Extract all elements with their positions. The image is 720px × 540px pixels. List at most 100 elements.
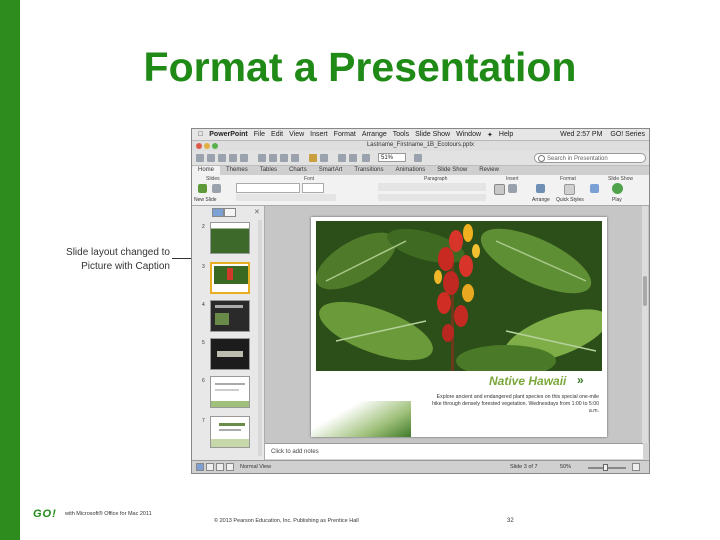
- thumb-number: 3: [202, 264, 205, 270]
- slide-thumbnail-selected[interactable]: [210, 262, 250, 294]
- footer-book-title: with Microsoft® Office for Mac 2011: [65, 511, 152, 517]
- templates-icon[interactable]: [207, 154, 215, 162]
- menu-file[interactable]: File: [254, 131, 265, 138]
- slide-heading[interactable]: Native Hawaii: [489, 374, 566, 388]
- slide-show-view-icon[interactable]: [226, 463, 234, 471]
- slides-tab-icon[interactable]: [212, 208, 224, 217]
- undo-icon[interactable]: [309, 154, 317, 162]
- alignment-buttons[interactable]: [378, 194, 486, 201]
- slides-pane: ✕ 2 3 4 5 6 7: [192, 206, 265, 460]
- slide-scrollbar[interactable]: [642, 206, 648, 443]
- arrange-icon[interactable]: [536, 184, 545, 193]
- slides-pane-scrollbar[interactable]: [258, 220, 262, 456]
- slide-caption[interactable]: Explore ancient and endangered plant spe…: [431, 394, 599, 415]
- media-browser-icon[interactable]: [338, 154, 346, 162]
- thumb-number: 6: [202, 378, 205, 384]
- shape-icon[interactable]: [508, 184, 517, 193]
- zoom-select[interactable]: 51%: [378, 153, 406, 162]
- font-size-select[interactable]: [302, 183, 324, 193]
- tab-smartart[interactable]: SmartArt: [313, 166, 349, 175]
- apple-icon[interactable]: : [198, 131, 203, 138]
- paragraph-buttons[interactable]: [378, 183, 486, 191]
- current-slide[interactable]: Native Hawaii » Explore ancient and enda…: [311, 217, 607, 437]
- play-icon[interactable]: [612, 183, 623, 194]
- new-icon[interactable]: [196, 154, 204, 162]
- thumb-number: 2: [202, 224, 205, 230]
- menu-format[interactable]: Format: [334, 131, 356, 138]
- menu-help[interactable]: Help: [499, 131, 513, 138]
- notes-input[interactable]: Click to add notes: [265, 443, 643, 459]
- format-painter-icon[interactable]: [291, 154, 299, 162]
- notes-page-icon[interactable]: [216, 463, 224, 471]
- script-icon[interactable]: ✦: [487, 131, 493, 139]
- save-icon[interactable]: [229, 154, 237, 162]
- new-slide-icon[interactable]: [198, 184, 207, 193]
- help-icon[interactable]: [414, 154, 422, 162]
- slide-sorter-icon[interactable]: [206, 463, 214, 471]
- quick-styles-icon[interactable]: [564, 184, 575, 195]
- normal-view-icon[interactable]: [196, 463, 204, 471]
- slide-thumbnail[interactable]: [210, 222, 250, 254]
- slide-show-options-icon[interactable]: [590, 184, 599, 193]
- menu-arrange[interactable]: Arrange: [362, 131, 387, 138]
- menu-slide-show[interactable]: Slide Show: [415, 131, 450, 138]
- font-name-select[interactable]: [236, 183, 300, 193]
- menu-clock: Wed 2:57 PM GO! Series: [554, 131, 645, 138]
- pane-close-icon[interactable]: ✕: [254, 208, 260, 216]
- menu-insert[interactable]: Insert: [310, 131, 328, 138]
- slide-thumbnail[interactable]: [210, 376, 250, 408]
- callout-line-2: Picture with Caption: [81, 261, 170, 272]
- user-name[interactable]: GO! Series: [610, 131, 645, 138]
- tab-animations[interactable]: Animations: [390, 166, 432, 175]
- tab-transitions[interactable]: Transitions: [348, 166, 389, 175]
- zoom-slider-knob[interactable]: [603, 464, 608, 471]
- tab-charts[interactable]: Charts: [283, 166, 313, 175]
- tab-slide-show[interactable]: Slide Show: [431, 166, 473, 175]
- menu-view[interactable]: View: [289, 131, 304, 138]
- toolbox-icon[interactable]: [349, 154, 357, 162]
- cut-icon[interactable]: [258, 154, 266, 162]
- view-label: Normal View: [240, 464, 272, 470]
- slide-thumbnail[interactable]: [210, 338, 250, 370]
- quick-styles-button[interactable]: Quick Styles: [556, 197, 584, 203]
- menu-app-name[interactable]: PowerPoint: [209, 131, 248, 138]
- menu-edit[interactable]: Edit: [271, 131, 283, 138]
- slide-thumbnail[interactable]: [210, 300, 250, 332]
- menu-window[interactable]: Window: [456, 131, 481, 138]
- redo-icon[interactable]: [320, 154, 328, 162]
- paste-icon[interactable]: [280, 154, 288, 162]
- pane-view-tabs: [212, 208, 236, 217]
- document-title: Lastname_Firstname_1B_Ecotours.pptx: [366, 142, 475, 148]
- tropical-plant-photo: [316, 221, 602, 371]
- tab-tables[interactable]: Tables: [254, 166, 283, 175]
- slide-editing-area: Native Hawaii » Explore ancient and enda…: [265, 206, 649, 443]
- open-icon[interactable]: [218, 154, 226, 162]
- outline-tab-icon[interactable]: [224, 208, 236, 217]
- print-icon[interactable]: [240, 154, 248, 162]
- font-format-buttons[interactable]: [236, 194, 336, 201]
- slide-thumbnail[interactable]: [210, 416, 250, 448]
- slide-picture[interactable]: [316, 221, 602, 371]
- group-slides: Slides: [206, 176, 220, 182]
- status-zoom[interactable]: 50%: [560, 464, 571, 470]
- new-slide-button[interactable]: New Slide: [194, 197, 217, 203]
- group-format: Format: [560, 176, 576, 182]
- tab-review[interactable]: Review: [473, 166, 505, 175]
- menu-tools[interactable]: Tools: [393, 131, 409, 138]
- play-button[interactable]: Play: [612, 197, 622, 203]
- arrange-button[interactable]: Arrange: [532, 197, 550, 203]
- thumb-text: [215, 383, 245, 385]
- fit-to-window-icon[interactable]: [632, 463, 640, 471]
- thumb-accent: [211, 401, 249, 407]
- tab-home[interactable]: Home: [192, 166, 221, 175]
- copy-icon[interactable]: [269, 154, 277, 162]
- slide-scrollbar-thumb[interactable]: [643, 276, 647, 306]
- slide-show-icon[interactable]: [362, 154, 370, 162]
- thumb-accent: [211, 439, 249, 447]
- tab-themes[interactable]: Themes: [220, 166, 254, 175]
- thumb-text: [219, 429, 241, 431]
- text-box-icon[interactable]: [494, 184, 505, 195]
- layout-icon[interactable]: [212, 184, 221, 193]
- search-input[interactable]: Search in Presentation: [534, 153, 646, 163]
- thumb-number: 5: [202, 340, 205, 346]
